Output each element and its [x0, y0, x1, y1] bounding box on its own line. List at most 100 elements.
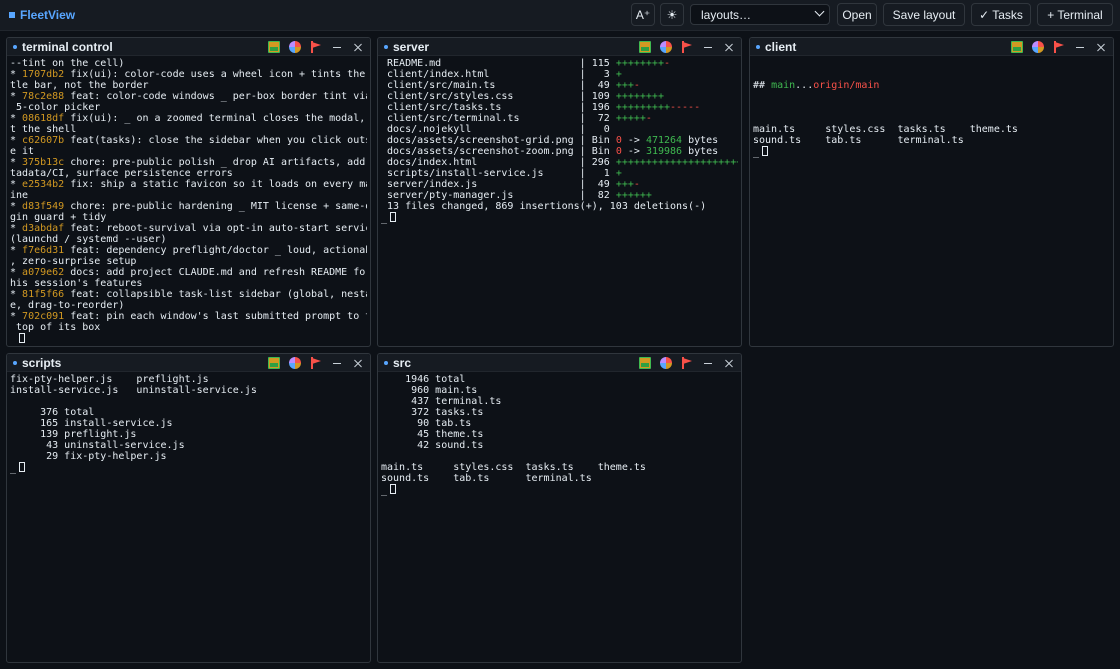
status-dot-icon: [13, 45, 17, 49]
close-icon[interactable]: [723, 357, 735, 369]
prompt-char: _: [753, 147, 760, 158]
log-text: t the shell: [10, 124, 77, 135]
log-text: gin guard + tidy: [10, 212, 107, 223]
diffstat-sep: |: [573, 190, 586, 201]
log-line: (launchd / systemd --user): [10, 234, 367, 245]
log-line: t the shell: [10, 124, 367, 135]
diffstat-insertions: +: [615, 69, 622, 80]
commit-message: fix(ui): _ on a zoomed terminal closes t…: [64, 113, 367, 124]
color-wheel-icon[interactable]: [289, 41, 301, 53]
pane-title: client: [756, 40, 796, 54]
image-icon[interactable]: [268, 41, 280, 53]
commit-message: feat: collapsible task-list sidebar (glo…: [64, 289, 367, 300]
commit-hash: 375b13c: [22, 157, 65, 168]
log-text: e, drag-to-reorder): [10, 300, 125, 311]
status-dot-icon: [384, 45, 388, 49]
close-icon[interactable]: [352, 41, 364, 53]
pane-controls: [268, 357, 364, 369]
theme-toggle-button[interactable]: ☀: [660, 3, 684, 26]
log-line: tle bar, not the border: [10, 80, 367, 91]
minimize-icon[interactable]: [331, 357, 343, 369]
diffstat-file: client/src/styles.css: [381, 91, 574, 102]
color-wheel-icon[interactable]: [1032, 41, 1044, 53]
diffstat-sep: |: [573, 91, 586, 102]
commit-hash: 08618df: [22, 113, 65, 124]
pane-header[interactable]: terminal control: [7, 38, 370, 56]
flag-icon[interactable]: [681, 41, 693, 53]
close-icon[interactable]: [723, 41, 735, 53]
color-wheel-icon[interactable]: [660, 357, 672, 369]
log-bullet: *: [10, 179, 23, 190]
diffstat-insertions: +++++++++: [615, 102, 670, 113]
minimize-icon[interactable]: [702, 357, 714, 369]
tasks-button[interactable]: ✓ Tasks: [971, 3, 1031, 26]
pane-header[interactable]: client: [750, 38, 1113, 56]
terminal-output[interactable]: README.md | 115 ++++++++- client/index.h…: [381, 58, 738, 344]
terminal-output[interactable]: fix-pty-helper.js preflight.js install-se…: [10, 374, 367, 660]
bin-unit: bytes: [682, 146, 719, 157]
diffstat-row: scripts/install-service.js | 1 +: [381, 168, 738, 179]
pane-scripts[interactable]: scripts fix-pty-helper.js preflight.js in…: [6, 353, 371, 663]
prompt-char: _: [381, 213, 388, 224]
diffstat-deletions: -----: [670, 102, 701, 113]
flag-icon[interactable]: [310, 357, 322, 369]
minimize-icon[interactable]: [1074, 41, 1086, 53]
diffstat-deletions: -: [633, 80, 640, 91]
log-text: tadata/CI, surface persistence errors: [10, 168, 233, 179]
image-icon[interactable]: [639, 357, 651, 369]
flag-icon[interactable]: [1053, 41, 1065, 53]
flag-icon[interactable]: [310, 41, 322, 53]
commit-message: feat: color-code windows _ per-box borde…: [64, 91, 367, 102]
log-line: --tint on the cell): [10, 58, 367, 69]
image-icon[interactable]: [268, 357, 280, 369]
diffstat-count: 0: [585, 124, 610, 135]
terminal-output[interactable]: --tint on the cell) * 1707db2 fix(ui): co…: [10, 58, 367, 344]
pane-server[interactable]: server README.md | 115 ++++++++- client/…: [377, 37, 742, 347]
pane-header[interactable]: src: [378, 354, 741, 372]
pane-client[interactable]: client ## main...origin/main main.ts sty…: [749, 37, 1114, 347]
font-size-button[interactable]: A⁺: [631, 3, 655, 26]
file-listing-line: sound.ts tab.ts terminal.ts: [753, 135, 964, 146]
commit-hash: 702c091: [22, 311, 65, 322]
layouts-select[interactable]: layouts…: [690, 4, 830, 25]
log-text: , zero-surprise setup: [10, 256, 137, 267]
pane-header[interactable]: scripts: [7, 354, 370, 372]
minimize-icon[interactable]: [702, 41, 714, 53]
output-line: install-service.js uninstall-service.js: [10, 385, 257, 396]
terminal-output[interactable]: ## main...origin/main main.ts styles.css…: [753, 58, 1110, 344]
flag-icon[interactable]: [681, 357, 693, 369]
git-status-line: ## main...origin/main: [753, 80, 1110, 91]
close-icon[interactable]: [352, 357, 364, 369]
image-icon[interactable]: [1011, 41, 1023, 53]
color-wheel-icon[interactable]: [660, 41, 672, 53]
pane-src[interactable]: src 1946 total 960 main.ts 437 terminal.…: [377, 353, 742, 663]
log-bullet: *: [10, 91, 23, 102]
log-text: --tint on the cell): [10, 58, 125, 69]
commit-message: chore: pre-public hardening _ MIT licens…: [64, 201, 367, 212]
layouts-select-value: layouts…: [701, 7, 752, 22]
diffstat-count: 3: [585, 69, 616, 80]
file-listing-line: [753, 113, 1110, 124]
log-text: tle bar, not the border: [10, 80, 149, 91]
pane-header[interactable]: server: [378, 38, 741, 56]
open-button[interactable]: Open: [837, 3, 877, 26]
pane-title-text: terminal control: [22, 40, 113, 54]
log-bullet: *: [10, 201, 23, 212]
save-layout-button[interactable]: Save layout: [883, 3, 965, 26]
pane-terminal-control[interactable]: terminal control --tint on the cell) * 17…: [6, 37, 371, 347]
branch-separator: ...: [795, 80, 814, 91]
commit-message: fix: ship a static favicon so it loads o…: [64, 179, 367, 190]
log-line: tadata/CI, surface persistence errors: [10, 168, 367, 179]
terminal-output[interactable]: 1946 total 960 main.ts 437 terminal.ts 3…: [381, 374, 738, 660]
close-icon[interactable]: [1095, 41, 1107, 53]
color-wheel-icon[interactable]: [289, 357, 301, 369]
image-icon[interactable]: [639, 41, 651, 53]
output-line: 43 uninstall-service.js: [10, 440, 185, 451]
diffstat-file: client/src/terminal.ts: [381, 113, 574, 124]
pane-title-text: server: [393, 40, 430, 54]
diffstat-row: server/index.js | 49 +++-: [381, 179, 738, 190]
diffstat-file: scripts/install-service.js: [381, 168, 574, 179]
add-terminal-button[interactable]: + Terminal: [1037, 3, 1113, 26]
minimize-icon[interactable]: [331, 41, 343, 53]
